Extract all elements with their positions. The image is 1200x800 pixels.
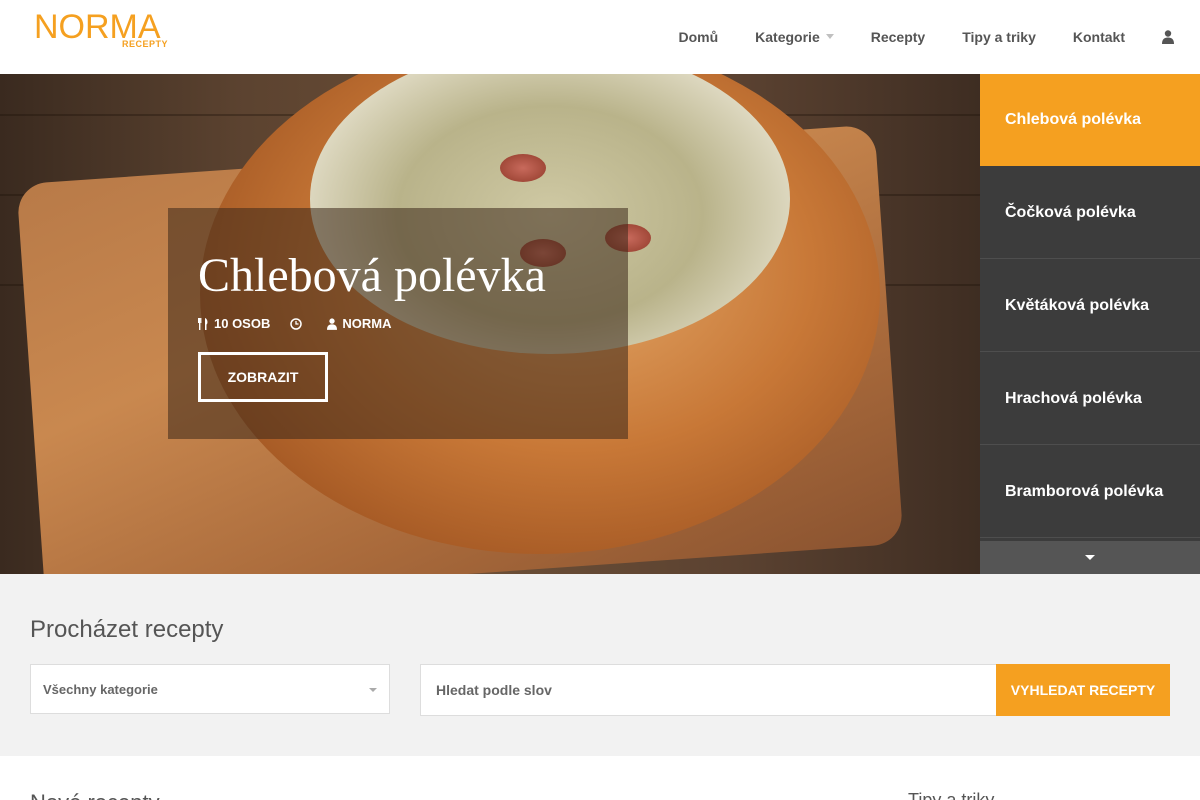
chevron-down-icon	[1085, 555, 1095, 560]
search-input[interactable]: Hledat podle slov	[420, 664, 997, 716]
hero-slide: Chlebová polévka 10 OSOB NORMA ZOBRAZIT	[0, 74, 980, 574]
category-select[interactable]: Všechny kategorie	[30, 664, 390, 714]
nav-item-contact[interactable]: Kontakt	[1073, 29, 1125, 45]
slider-item-hrachova[interactable]: Hrachová polévka	[980, 353, 1200, 445]
site-header: NORMA RECEPTY Domů Kategorie Recepty Tip…	[0, 0, 1200, 74]
logo[interactable]: NORMA RECEPTY	[34, 10, 169, 52]
browse-title: Procházet recepty	[30, 616, 224, 643]
servings-meta: 10 OSOB	[198, 316, 270, 331]
chevron-down-icon	[825, 33, 834, 39]
sausage-slice-image	[500, 154, 546, 182]
hero-meta: 10 OSOB NORMA	[198, 316, 411, 331]
servings-text: 10 OSOB	[214, 316, 271, 331]
search-recipes-button[interactable]: VYHLEDAT RECEPTY	[996, 664, 1170, 716]
slider-item-bramborova[interactable]: Bramborová polévka	[980, 446, 1200, 538]
nav-item-categories[interactable]: Kategorie	[755, 29, 834, 45]
slider-item-cockova[interactable]: Čočková polévka	[980, 167, 1200, 259]
nav-item-home[interactable]: Domů	[678, 29, 718, 45]
author-meta: NORMA	[327, 316, 391, 331]
view-recipe-button[interactable]: ZOBRAZIT	[198, 352, 328, 402]
chevron-down-icon	[369, 688, 377, 692]
nav-item-recipes[interactable]: Recepty	[871, 29, 925, 45]
browse-section: Procházet recepty Všechny kategorie Hled…	[0, 574, 1200, 756]
content-section: Nové recepty Tipy a triky	[0, 756, 1200, 800]
user-icon	[327, 317, 338, 330]
tips-title: Tipy a triky	[908, 790, 995, 800]
clock-icon	[290, 317, 303, 330]
hero-caption-panel: Chlebová polévka 10 OSOB NORMA ZOBRAZIT	[168, 208, 628, 439]
cutlery-icon	[198, 317, 208, 330]
slider-scroll-down-button[interactable]	[980, 541, 1200, 574]
nav-item-categories-label: Kategorie	[755, 29, 820, 45]
new-recipes-title: Nové recepty	[30, 790, 160, 800]
nav-item-tips[interactable]: Tipy a triky	[962, 29, 1036, 45]
slider-item-chlebova[interactable]: Chlebová polévka	[980, 74, 1200, 166]
slider-recipe-list: Chlebová polévka Čočková polévka Květáko…	[980, 74, 1200, 574]
user-icon[interactable]	[1162, 30, 1174, 44]
hero-title: Chlebová polévka	[198, 249, 546, 302]
author-text: NORMA	[342, 316, 392, 331]
logo-subtext: RECEPTY	[122, 39, 169, 49]
slider-item-kvetakova[interactable]: Květáková polévka	[980, 260, 1200, 352]
time-meta	[290, 317, 307, 330]
main-nav: Domů Kategorie Recepty Tipy a triky Kont…	[641, 0, 1174, 74]
category-select-value: Všechny kategorie	[43, 681, 158, 697]
